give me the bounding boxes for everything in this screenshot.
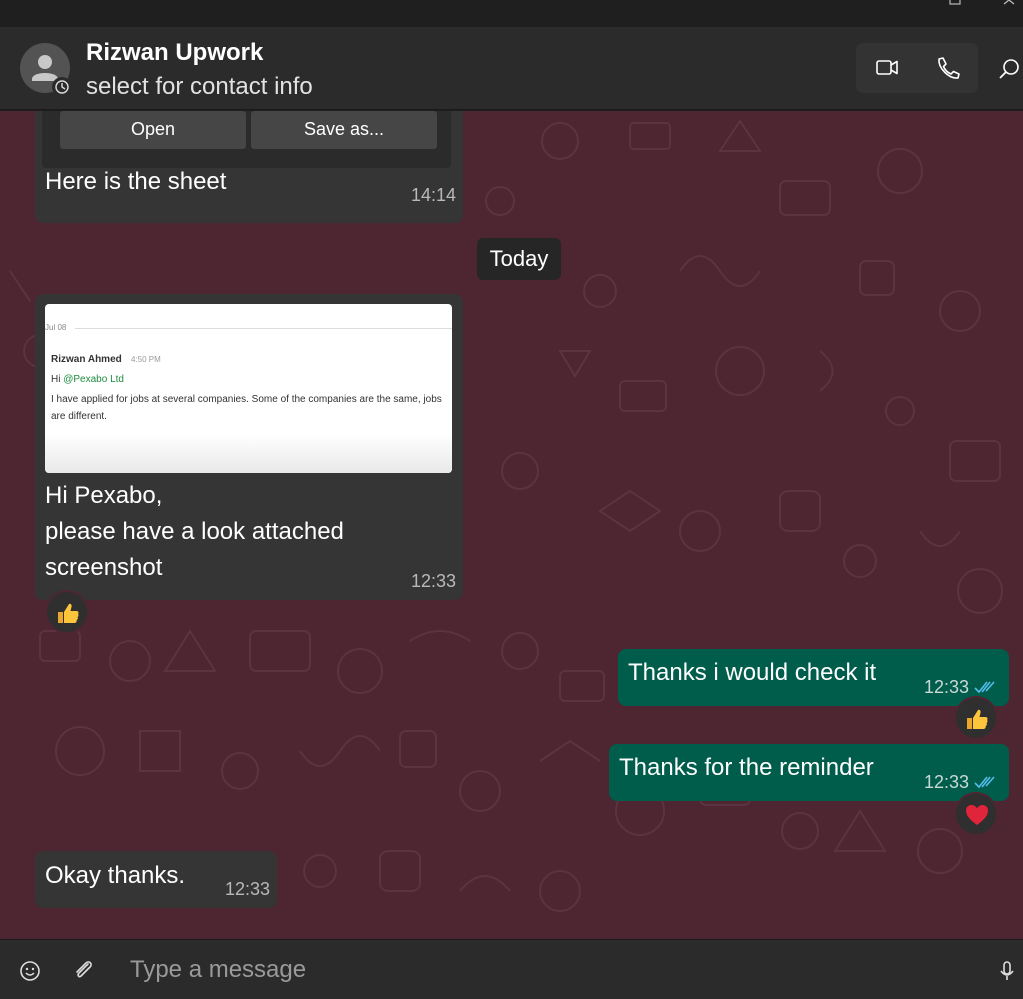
read-receipt-icon [974,681,995,694]
timer-icon [55,80,69,94]
voice-message-button[interactable] [991,954,1023,986]
reaction-badge[interactable] [954,792,998,836]
call-buttons-group [856,43,978,93]
divider [75,328,452,329]
emoji-icon [20,961,40,981]
message-time: 14:14 [411,185,457,205]
maximize-icon [949,0,961,5]
video-call-button[interactable] [856,43,917,93]
contact-name[interactable]: Rizwan Upwork [86,39,263,67]
screenshot-greeting-line: Hi @Pexabo Ltd [51,374,124,385]
message-text: Hi Pexabo, please have a look attached s… [45,482,344,581]
screenshot-greeting: Hi [51,374,64,385]
reaction-badge[interactable] [45,590,89,634]
search-button[interactable] [990,51,1023,87]
outgoing-message-bubble[interactable]: Thanks i would check it 12:33 [618,649,1009,706]
message-time: 12:33 [924,772,970,792]
chat-header[interactable]: Rizwan Upwork select for contact info [0,27,1023,110]
window-titlebar [0,0,1023,27]
emoji-button[interactable] [14,954,46,986]
message-text: Here is the sheet [45,168,227,195]
screenshot-footer [45,434,452,473]
thumbs-up-icon [58,603,79,623]
maximize-button[interactable] [935,0,975,27]
paperclip-icon [76,961,92,978]
close-window-button[interactable] [990,0,1023,27]
voice-call-icon [938,57,960,79]
search-icon [999,59,1019,79]
read-receipt-icon [974,776,995,789]
file-attachment-card: Open Save as... [42,111,451,168]
screenshot-author: Rizwan Ahmed [51,354,122,365]
message-time: 12:33 [924,677,970,697]
contact-info-hint[interactable]: select for contact info [86,73,313,101]
incoming-message-bubble[interactable]: Okay thanks. 12:33 [35,851,277,908]
message-time: 12:33 [411,571,457,591]
file-message-bubble[interactable]: Open Save as... Here is the sheet 14:14 [35,111,463,223]
avatar[interactable] [20,43,72,97]
red-heart-icon [966,805,988,825]
message-text: Thanks i would check it [628,659,877,686]
screenshot-date: Jul 08 [45,323,67,332]
video-call-icon [876,60,898,75]
thumbs-up-icon [967,709,988,729]
reaction-badge[interactable] [954,696,998,740]
attached-screenshot[interactable]: Jul 08 Rizwan Ahmed 4:50 PM Hi @Pexabo L… [45,304,452,473]
open-file-button[interactable]: Open [60,111,246,149]
voice-call-button[interactable] [917,43,978,93]
message-input[interactable] [130,952,970,988]
date-separator: Today [477,238,561,280]
message-time: 12:33 [225,879,271,899]
screenshot-mention: @Pexabo Ltd [63,374,124,385]
attach-button[interactable] [68,954,100,986]
disappearing-timer-badge [52,77,72,97]
close-icon [1003,0,1015,5]
message-text: Thanks for the reminder [619,754,874,781]
outgoing-message-bubble[interactable]: Thanks for the reminder 12:33 [609,744,1009,801]
message-composer [0,939,1023,999]
screenshot-author-time: 4:50 PM [131,355,161,364]
microphone-icon [1000,961,1014,980]
message-text: Okay thanks. [45,862,186,889]
screenshot-body: I have applied for jobs at several compa… [51,394,442,422]
message-list[interactable]: Open Save as... Here is the sheet 14:14 … [0,111,1023,939]
save-as-button[interactable]: Save as... [251,111,437,149]
